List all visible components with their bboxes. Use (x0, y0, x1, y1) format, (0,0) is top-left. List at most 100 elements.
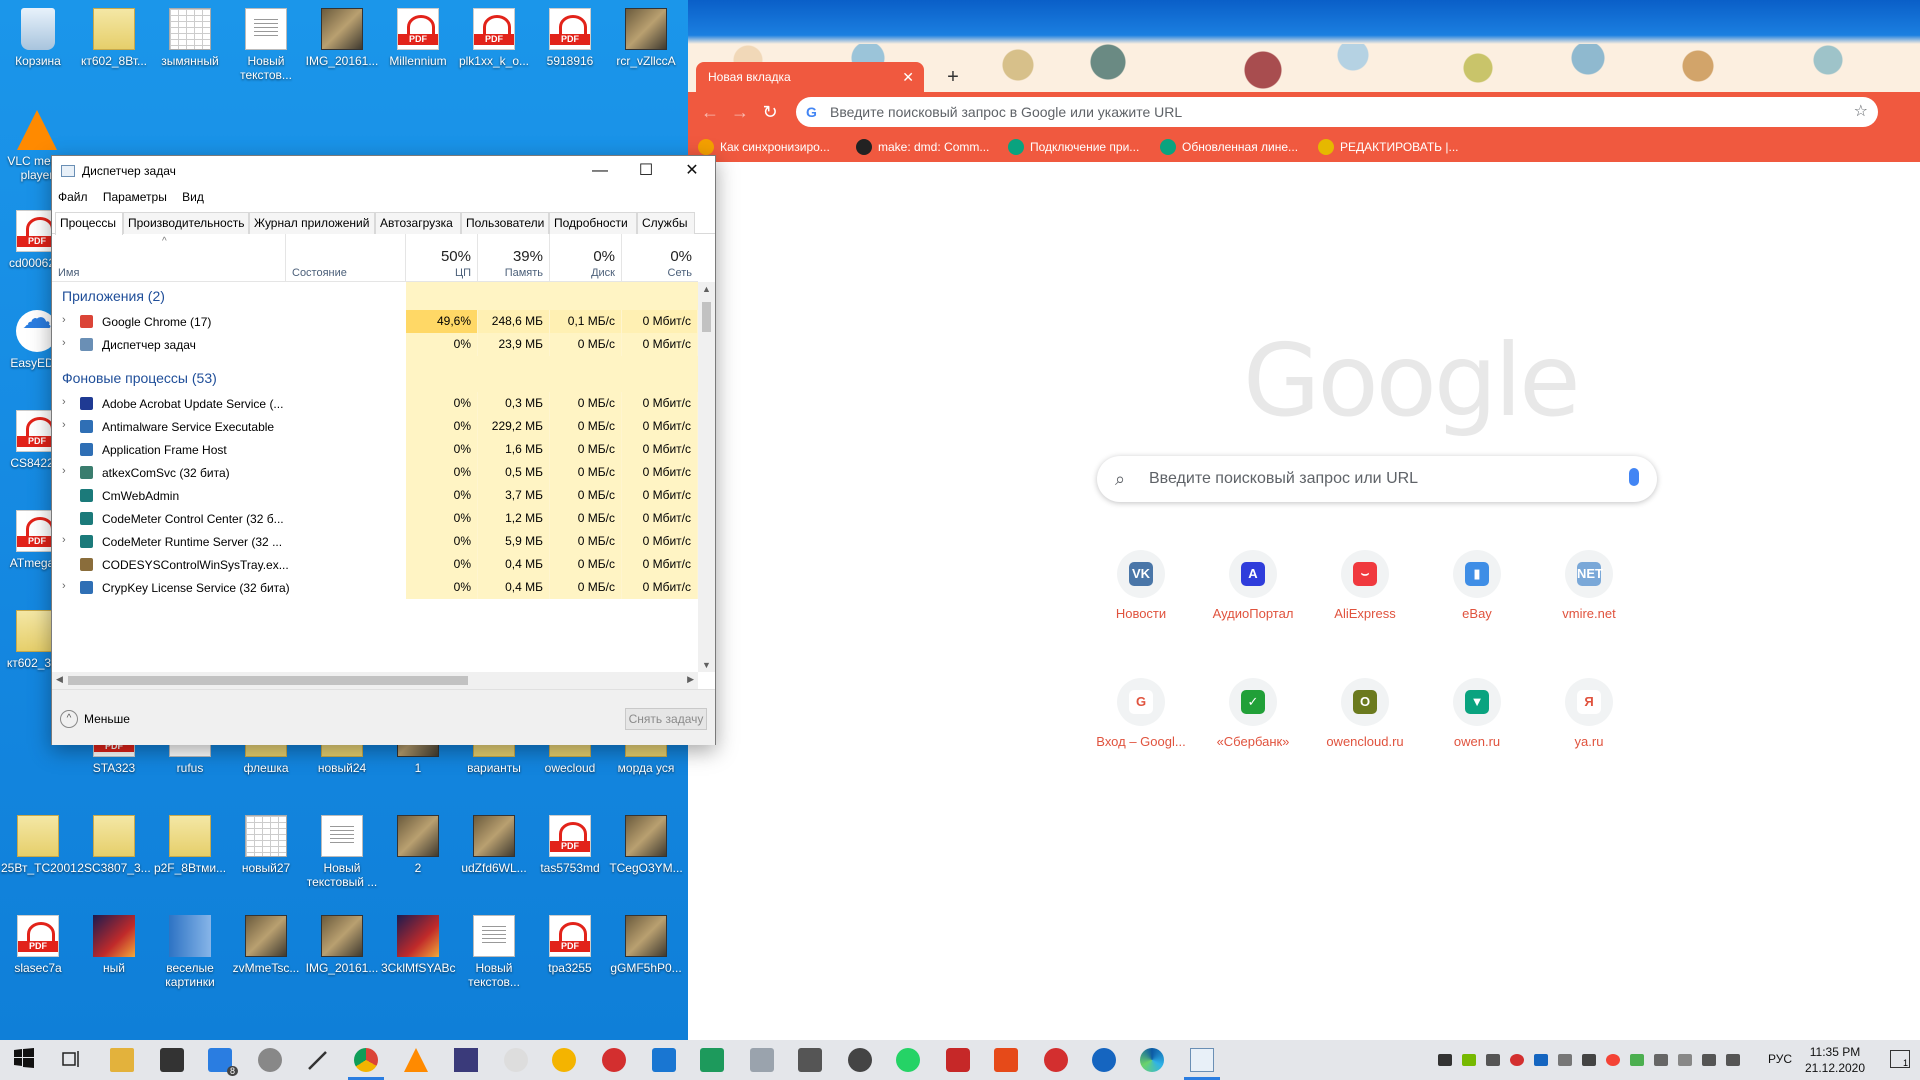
tray-icon-3[interactable] (1486, 1054, 1500, 1066)
tab-services[interactable]: Службы (637, 212, 695, 234)
desktop-icon[interactable]: 25Вт_ТС2001 (1, 815, 77, 875)
desktop-icon[interactable]: IMG_20161... (305, 915, 379, 975)
vlc-icon[interactable] (404, 1048, 428, 1072)
tab-users[interactable]: Пользователи (461, 212, 549, 234)
chart-app-icon[interactable] (454, 1048, 478, 1072)
desktop-icon[interactable]: кт602_8Вт... (77, 8, 151, 68)
desktop-icon[interactable]: новый27 (229, 815, 303, 875)
volume-icon[interactable] (1726, 1054, 1740, 1066)
desktop-icon[interactable]: Новый текстов... (457, 915, 531, 989)
tray-icon-6[interactable] (1558, 1054, 1572, 1066)
shortcut-tile[interactable]: ▮ eBay (1421, 536, 1533, 648)
gear-red-icon[interactable] (1044, 1048, 1068, 1072)
scroll-up-icon[interactable]: ▲ (702, 284, 711, 294)
desktop-icon[interactable]: tas5753md (533, 815, 607, 875)
bookmark-item[interactable]: РЕДАКТИРОВАТЬ |... (1318, 138, 1459, 156)
microscope-icon[interactable] (258, 1048, 282, 1072)
pen-icon[interactable] (306, 1048, 330, 1072)
column-status[interactable]: Состояние (286, 234, 406, 282)
network-icon[interactable] (1702, 1054, 1716, 1066)
cube-app-icon[interactable] (946, 1048, 970, 1072)
fewer-details-button[interactable]: ^ Меньше (60, 710, 130, 728)
shortcut-tile[interactable]: ⌣ AliExpress (1309, 536, 1421, 648)
camera-app-icon[interactable] (848, 1048, 872, 1072)
scroll-thumb[interactable] (702, 302, 711, 332)
alien-icon[interactable] (504, 1048, 528, 1072)
table-row[interactable]: CodeMeter Control Center (32 б... 0% 1,2 М… (52, 507, 698, 530)
tab-details[interactable]: Подробности (549, 212, 637, 234)
desktop-icon[interactable]: zvMmeTsc... (229, 915, 303, 975)
desktop-icon[interactable]: 2 (381, 815, 455, 875)
table-row[interactable]: › CodeMeter Runtime Server (32 ... 0% 5,9 М… (52, 530, 698, 553)
table-row[interactable]: CmWebAdmin 0% 3,7 МБ 0 МБ/с 0 Мбит/с (52, 484, 698, 507)
desktop-icon[interactable]: IMG_20161... (305, 8, 379, 68)
shortcut-tile[interactable]: Яya.ru (1533, 664, 1645, 776)
tray-icon-7[interactable] (1582, 1054, 1596, 1066)
menu-file[interactable]: Файл (58, 190, 88, 204)
desktop-icon[interactable]: tpa3255 (533, 915, 607, 975)
tab-close-icon[interactable]: ✕ (902, 62, 914, 92)
reload-icon[interactable]: ↻ (758, 100, 782, 124)
shortcut-tile[interactable]: Oowencloud.ru (1309, 664, 1421, 776)
desktop-icon[interactable]: 3CklMfSYABc (381, 915, 455, 975)
desktop-icon[interactable]: Новый текстовый ... (305, 815, 379, 889)
expand-chevron-icon[interactable]: › (62, 337, 66, 349)
desktop-icon[interactable]: slasec7a (1, 915, 75, 975)
column-name[interactable]: ^ Имя (52, 234, 286, 282)
tray-icon-8[interactable] (1606, 1054, 1620, 1066)
desktop-icon[interactable]: udZfd6WL... (457, 815, 531, 875)
cloud-app-icon[interactable] (1092, 1048, 1116, 1072)
tool-app-icon[interactable] (750, 1048, 774, 1072)
tray-icon-11[interactable] (1678, 1054, 1692, 1066)
desktop-icon[interactable]: 2SC3807_3... (77, 815, 151, 875)
vertical-scrollbar[interactable]: ▲ ▼ (698, 282, 715, 672)
task-view-icon[interactable] (60, 1048, 84, 1072)
minimize-button[interactable]: — (577, 156, 623, 186)
start-windows-icon[interactable] (14, 1048, 38, 1072)
chrome-taskbar-icon[interactable] (354, 1048, 378, 1072)
desktop-icon[interactable]: TCegO3YM... (609, 815, 683, 875)
omnibox-input[interactable]: G Введите поисковый запрос в Google или … (796, 97, 1878, 127)
desktop-icon[interactable]: p2F_8Втми... (153, 815, 227, 875)
back-arrow-icon[interactable]: ← (698, 100, 722, 124)
shortcut-tile[interactable]: A АудиоПортал (1197, 536, 1309, 648)
tray-icon-10[interactable] (1654, 1054, 1668, 1066)
language-indicator[interactable]: РУС (1768, 1052, 1792, 1066)
column-cpu[interactable]: 50% ЦП (406, 234, 478, 282)
table-row[interactable]: › Antimalware Service Executable 0% 229,2 М… (52, 415, 698, 438)
table-row[interactable]: › Google Chrome (17) 49,6% 248,6 МБ 0,1 МБ/с… (52, 310, 698, 333)
table-row[interactable]: › Adobe Acrobat Update Service (... 0% 0,3 … (52, 392, 698, 415)
tray-icon-1[interactable] (1438, 1054, 1452, 1066)
tray-icon-5[interactable] (1534, 1054, 1548, 1066)
file-explorer-icon[interactable] (110, 1048, 134, 1072)
microphone-icon[interactable] (1629, 468, 1639, 486)
bookmark-item[interactable]: Подключение при... (1008, 138, 1139, 156)
horizontal-scrollbar[interactable]: ◀ ▶ (52, 672, 698, 689)
colorful-app-icon[interactable] (602, 1048, 626, 1072)
task-manager-taskbar-icon[interactable] (1190, 1048, 1214, 1072)
expand-chevron-icon[interactable]: › (62, 534, 66, 546)
column-network[interactable]: 0% Сеть (622, 234, 698, 282)
calculator-icon[interactable] (798, 1048, 822, 1072)
table-row[interactable]: CODESYSControlWinSysTray.ex... 0% 0,4 МБ 0 … (52, 553, 698, 576)
edge-legacy-icon[interactable] (552, 1048, 576, 1072)
column-memory[interactable]: 39% Память (478, 234, 550, 282)
desktop-icon[interactable]: Millennium (381, 8, 455, 68)
window-app-icon[interactable] (652, 1048, 676, 1072)
whatsapp-icon[interactable] (896, 1048, 920, 1072)
scroll-right-icon[interactable]: ▶ (687, 674, 694, 685)
table-row[interactable]: › CrypKey License Service (32 бита) 0% 0,4 … (52, 576, 698, 599)
shortcut-tile[interactable]: ✓ «Сбербанк» (1197, 664, 1309, 776)
table-row[interactable]: › Диспетчер задач 0% 23,9 МБ 0 МБ/с 0 Мбит/с (52, 333, 698, 356)
tray-icon-9[interactable] (1630, 1054, 1644, 1066)
desktop-icon[interactable]: rcr_vZllccA (609, 8, 683, 68)
bookmark-item[interactable]: Как синхронизиро... (698, 138, 830, 156)
bookmark-star-icon[interactable]: ☆ (1854, 97, 1868, 127)
network-app-icon[interactable] (700, 1048, 724, 1072)
expand-chevron-icon[interactable]: › (62, 419, 66, 431)
tab-performance[interactable]: Производительность (123, 212, 249, 234)
column-disk[interactable]: 0% Диск (550, 234, 622, 282)
office-icon[interactable] (994, 1048, 1018, 1072)
tab-startup[interactable]: Автозагрузка (375, 212, 461, 234)
desktop-icon[interactable]: Новый текстов... (229, 8, 303, 82)
